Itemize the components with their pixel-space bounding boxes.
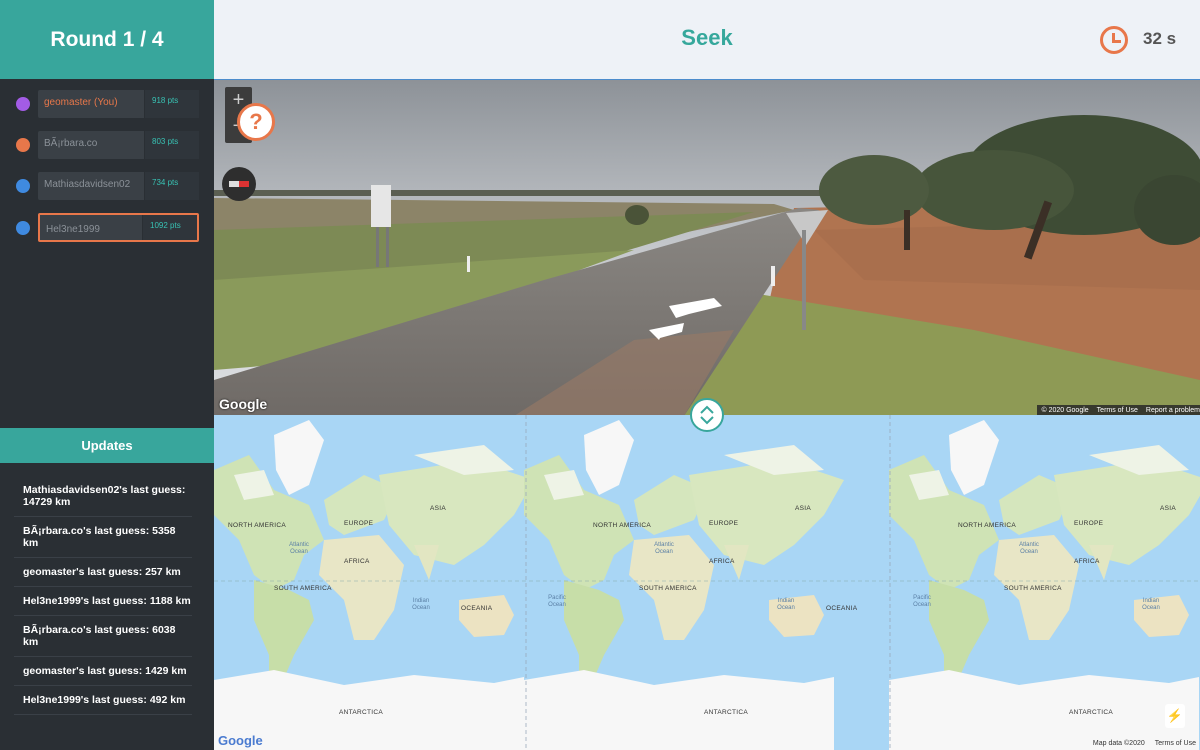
map-label-indian: Indian Ocean: [777, 598, 795, 611]
round-label: Round 1 / 4: [50, 27, 164, 51]
map-label-south-america: SOUTH AMERICA: [639, 585, 697, 592]
copyright-text: © 2020 Google: [1041, 407, 1089, 414]
lightning-icon[interactable]: ⚡: [1165, 704, 1185, 728]
map-label-antarctica: ANTARCTICA: [339, 709, 384, 716]
update-item: geomaster's last guess: 1429 km: [14, 657, 192, 686]
player-points: 918 pts: [152, 96, 179, 105]
player-color-dot: [16, 179, 30, 193]
map-label-oceania: OCEANIA: [826, 605, 858, 612]
update-item: Hel3ne1999's last guess: 492 km: [14, 686, 192, 715]
map-label-asia: ASIA: [795, 505, 812, 512]
map-label-south-america: SOUTH AMERICA: [274, 585, 332, 592]
player-points-box: 918 pts: [144, 90, 199, 118]
updates-header: Updates: [0, 428, 214, 463]
map-label-asia: ASIA: [430, 505, 447, 512]
map-label-pacific: Pacific Ocean: [548, 595, 566, 608]
player-name: Mathiasdavidsen02: [44, 179, 131, 190]
google-logo: Google: [219, 396, 268, 412]
map-label-africa: AFRICA: [709, 558, 735, 565]
player-row: BÃ¡rbara.co 803 pts: [0, 131, 214, 161]
guess-map[interactable]: NORTH AMERICA EUROPE ASIA AFRICA SOUTH A…: [214, 415, 1200, 750]
clock-icon: [1100, 26, 1128, 54]
terms-link[interactable]: Terms of Use: [1097, 405, 1138, 415]
round-indicator: Round 1 / 4: [0, 0, 214, 79]
expand-collapse-button[interactable]: [690, 398, 724, 432]
map-label-south-america: SOUTH AMERICA: [1004, 585, 1062, 592]
player-points: 1092 pts: [150, 221, 181, 230]
game-header: Seek 32 s: [214, 0, 1200, 79]
player-points: 734 pts: [152, 178, 179, 187]
player-points-box: 1092 pts: [142, 215, 197, 240]
update-item: Mathiasdavidsen02's last guess: 14729 km: [14, 475, 192, 517]
player-row: Hel3ne1999 1092 pts: [0, 213, 214, 243]
map-label-antarctica: ANTARCTICA: [1069, 709, 1114, 716]
map-label-atlantic: Atlantic Ocean: [654, 542, 674, 555]
street-view-panorama[interactable]: + − ? Google © 2020 Google Terms of Use …: [214, 79, 1200, 415]
map-data-credit: Map data ©2020: [1092, 740, 1145, 747]
map-label-europe: EUROPE: [1074, 520, 1104, 527]
player-points-box: 734 pts: [144, 172, 199, 200]
map-google-logo: Google: [218, 733, 263, 748]
map-label-africa: AFRICA: [344, 558, 370, 565]
player-card[interactable]: Mathiasdavidsen02 734 pts: [38, 172, 199, 200]
player-row: Mathiasdavidsen02 734 pts: [0, 172, 214, 202]
panorama-scene: [214, 80, 1200, 415]
update-item: Hel3ne1999's last guess: 1188 km: [14, 587, 192, 616]
report-problem-link[interactable]: Report a problem: [1146, 405, 1200, 415]
player-card-active[interactable]: Hel3ne1999 1092 pts: [38, 213, 199, 242]
map-label-oceania: OCEANIA: [461, 605, 493, 612]
player-name: geomaster (You): [44, 97, 118, 108]
map-label-africa: AFRICA: [1074, 558, 1100, 565]
timer-value: 32 s: [1143, 29, 1177, 48]
updates-title: Updates: [81, 438, 133, 453]
world-map: [214, 415, 1200, 750]
help-button[interactable]: ?: [237, 103, 275, 141]
update-item: geomaster's last guess: 257 km: [14, 558, 192, 587]
player-name: Hel3ne1999: [46, 224, 100, 235]
player-color-dot: [16, 221, 30, 235]
compass-icon[interactable]: [222, 167, 256, 201]
map-label-north-america: NORTH AMERICA: [958, 522, 1016, 529]
map-label-europe: EUROPE: [709, 520, 739, 527]
player-name: BÃ¡rbara.co: [44, 138, 98, 149]
phase-title: Seek: [681, 25, 733, 50]
map-label-antarctica: ANTARCTICA: [704, 709, 749, 716]
update-item: BÃ¡rbara.co's last guess: 6038 km: [14, 616, 192, 657]
map-label-atlantic: Atlantic Ocean: [1019, 542, 1039, 555]
map-legal: Map data ©2020 Terms of Use: [1093, 740, 1200, 747]
map-label-europe: EUROPE: [344, 520, 374, 527]
update-item: BÃ¡rbara.co's last guess: 5358 km: [14, 517, 192, 558]
street-view-legal: © 2020 Google Terms of Use Report a prob…: [1037, 405, 1200, 415]
map-label-asia: ASIA: [1160, 505, 1177, 512]
player-points-box: 803 pts: [144, 131, 199, 159]
updates-list: Mathiasdavidsen02's last guess: 14729 km…: [14, 475, 192, 715]
player-card[interactable]: BÃ¡rbara.co 803 pts: [38, 131, 199, 159]
map-label-indian: Indian Ocean: [412, 598, 430, 611]
sidebar: Round 1 / 4 geomaster (You) 918 pts BÃ¡r…: [0, 0, 214, 750]
player-color-dot: [16, 138, 30, 152]
map-label-north-america: NORTH AMERICA: [593, 522, 651, 529]
player-card[interactable]: geomaster (You) 918 pts: [38, 90, 199, 118]
map-terms-link[interactable]: Terms of Use: [1155, 740, 1196, 747]
map-label-north-america: NORTH AMERICA: [228, 522, 286, 529]
player-points: 803 pts: [152, 137, 179, 146]
player-color-dot: [16, 97, 30, 111]
map-label-indian: Indian Ocean: [1142, 598, 1160, 611]
map-label-pacific: Pacific Ocean: [913, 595, 931, 608]
chevron-up-down-icon: [700, 405, 714, 425]
map-label-atlantic: Atlantic Ocean: [289, 542, 309, 555]
player-row: geomaster (You) 918 pts: [0, 90, 214, 120]
